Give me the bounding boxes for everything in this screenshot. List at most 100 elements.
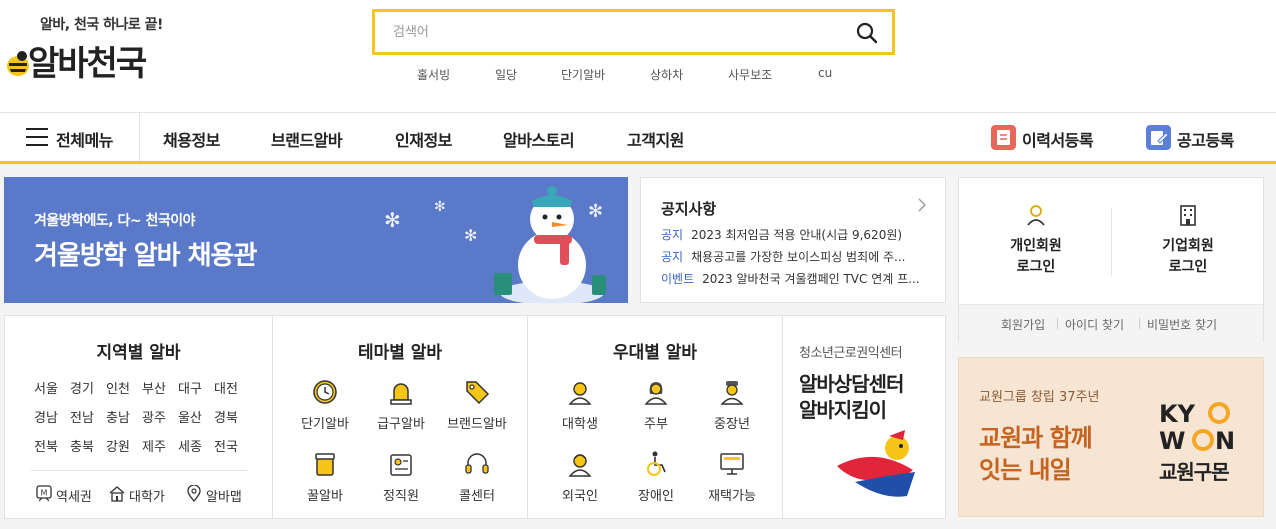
login-panel: 개인회원 로그인 기업회원 로그인 회원가입 아이디 찾기 비밀번호 찾기	[958, 177, 1264, 342]
region-title: 지역별 알바	[96, 343, 181, 363]
logo[interactable]: 알바, 천국 하나로 끝! 알바천국	[4, 14, 174, 84]
theme-item-label: 단기알바	[301, 417, 349, 432]
find-id-link[interactable]: 아이디 찾기	[1065, 316, 1124, 333]
nav-item-story[interactable]: 알바스토리	[503, 127, 575, 151]
notice-title: 공지사항	[661, 200, 717, 218]
subway-link[interactable]: M 역세권	[36, 484, 102, 505]
siren-icon	[390, 383, 412, 405]
keyword-link[interactable]: cu	[818, 66, 832, 80]
university-label: 대학가	[129, 490, 165, 505]
region-link[interactable]: 경북	[214, 407, 238, 426]
chevron-right-icon[interactable]	[917, 198, 927, 212]
school-icon	[109, 486, 125, 502]
logo-wordmark: 알바천국	[28, 44, 147, 84]
hamburger-icon	[26, 128, 48, 146]
counsel-center-section[interactable]: 청소년근로권익센터 알바상담센터 알바지킴이	[782, 316, 945, 518]
corporate-login-button[interactable]: 기업회원 로그인	[1128, 204, 1248, 280]
personal-login-l2: 로그인	[1016, 259, 1056, 275]
senior-icon	[720, 381, 744, 405]
svg-text:✻: ✻	[384, 208, 401, 232]
post-job-button[interactable]: 공고등록	[1146, 124, 1246, 152]
region-link[interactable]: 제주	[142, 436, 166, 455]
post-job-label: 공고등록	[1177, 131, 1234, 150]
theme-item[interactable]: 브랜드알바	[437, 378, 517, 436]
theme-item[interactable]: 콜센터	[437, 450, 517, 508]
region-link[interactable]: 부산	[142, 378, 166, 397]
keyword-link[interactable]: 사무보조	[728, 66, 772, 83]
region-link[interactable]: 경기	[70, 378, 94, 397]
region-link[interactable]: 대구	[178, 378, 202, 397]
notice-category: 공지	[661, 228, 684, 242]
edit-icon	[1146, 125, 1171, 150]
university-link[interactable]: 대학가	[109, 484, 175, 505]
svg-text:✻: ✻	[434, 199, 446, 215]
theme-item[interactable]: 정직원	[361, 450, 441, 508]
login-links: 회원가입 아이디 찾기 비밀번호 찾기	[959, 304, 1263, 342]
notice-text: 2023 알바천국 겨울캠페인 TVC 연계 프...	[702, 272, 920, 286]
region-link[interactable]: 광주	[142, 407, 166, 426]
region-link[interactable]: 전남	[70, 407, 94, 426]
keyword-link[interactable]: 일당	[495, 66, 517, 83]
theme-item-label: 급구알바	[377, 417, 425, 432]
nav-item-talent[interactable]: 인재정보	[395, 127, 452, 151]
region-link[interactable]: 경남	[34, 407, 58, 426]
region-link[interactable]: 인천	[106, 378, 130, 397]
notice-item[interactable]: 이벤트 2023 알바천국 겨울캠페인 TVC 연계 프...	[661, 270, 931, 288]
personal-login-l1: 개인회원	[1010, 238, 1062, 254]
nav-item-jobs[interactable]: 채용정보	[163, 127, 220, 151]
svg-text:KY: KY	[1159, 400, 1196, 428]
region-link[interactable]: 대전	[214, 378, 238, 397]
subway-icon: M	[36, 485, 52, 502]
theme-item[interactable]: 꿀알바	[285, 450, 365, 508]
notice-item[interactable]: 공지 2023 최저임금 적용 안내(시급 9,620원)	[661, 226, 931, 244]
nav-item-brand[interactable]: 브랜드알바	[271, 127, 343, 151]
region-link[interactable]: 충북	[70, 436, 94, 455]
keyword-link[interactable]: 상하차	[650, 66, 683, 83]
theme-item-label: 정직원	[383, 489, 419, 504]
kyowon-logo: KY W N	[1159, 400, 1235, 452]
region-link[interactable]: 세종	[178, 436, 202, 455]
all-menu-label: 전체메뉴	[56, 131, 113, 150]
preferential-item[interactable]: 대학생	[540, 378, 620, 436]
svg-text:N: N	[1215, 427, 1235, 452]
keyword-link[interactable]: 단기알바	[561, 66, 605, 83]
search-input[interactable]	[393, 21, 833, 43]
personal-login-button[interactable]: 개인회원 로그인	[976, 204, 1096, 280]
snowman-illustration: ✻ ✻ ✻ ✻	[384, 186, 606, 303]
preferential-item[interactable]: 재택가능	[692, 450, 772, 508]
preferential-item-label: 대학생	[562, 417, 598, 432]
kyowon-ad-banner[interactable]: 교원그룹 창립 37주년 교원과 함께 잇는 내일 KY W N 교원구몬	[958, 357, 1264, 517]
main-nav: 전체메뉴 채용정보 브랜드알바 인재정보 알바스토리 고객지원 이력서등록 공고…	[0, 112, 1276, 164]
keyword-link[interactable]: 홀서빙	[417, 66, 450, 83]
monitor-icon	[720, 453, 744, 475]
region-link[interactable]: 전북	[34, 436, 58, 455]
preferential-item[interactable]: 주부	[616, 378, 696, 436]
search-box	[372, 9, 895, 55]
find-password-link[interactable]: 비밀번호 찾기	[1147, 316, 1217, 333]
ad-brand-korean: 교원구몬	[1159, 460, 1230, 484]
region-link[interactable]: 강원	[106, 436, 130, 455]
region-link[interactable]: 울산	[178, 407, 202, 426]
signup-link[interactable]: 회원가입	[1001, 316, 1045, 333]
theme-item[interactable]: 단기알바	[285, 378, 365, 436]
region-link[interactable]: 서울	[34, 378, 58, 397]
region-section: 지역별 알바 서울 경기 인천 부산 대구 대전 경남 전남 충남 광주 울산 …	[5, 316, 272, 518]
region-link[interactable]: 충남	[106, 407, 130, 426]
theme-item[interactable]: 급구알바	[361, 378, 441, 436]
winter-banner[interactable]: 겨울방학에도, 다~ 천국이야 겨울방학 알바 채용관 ✻ ✻ ✻ ✻	[4, 177, 628, 303]
preferential-item[interactable]: 중장년	[692, 378, 772, 436]
preferential-item-label: 재택가능	[708, 489, 756, 504]
wheelchair-icon	[647, 451, 666, 476]
resume-register-button[interactable]: 이력서등록	[991, 124, 1106, 152]
region-link[interactable]: 전국	[214, 436, 238, 455]
search-icon[interactable]	[854, 20, 880, 46]
corporate-login-l1: 기업회원	[1162, 238, 1214, 254]
svg-text:✻: ✻	[588, 201, 603, 222]
resume-register-label: 이력서등록	[1022, 131, 1094, 150]
nav-item-support[interactable]: 고객지원	[627, 127, 684, 151]
all-menu-button[interactable]: 전체메뉴	[4, 113, 140, 161]
preferential-item[interactable]: 장애인	[616, 450, 696, 508]
albamap-link[interactable]: 알바맵	[186, 484, 252, 505]
preferential-item[interactable]: 외국인	[540, 450, 620, 508]
notice-item[interactable]: 공지 채용공고를 가장한 보이스피싱 범죄에 주...	[661, 248, 931, 266]
